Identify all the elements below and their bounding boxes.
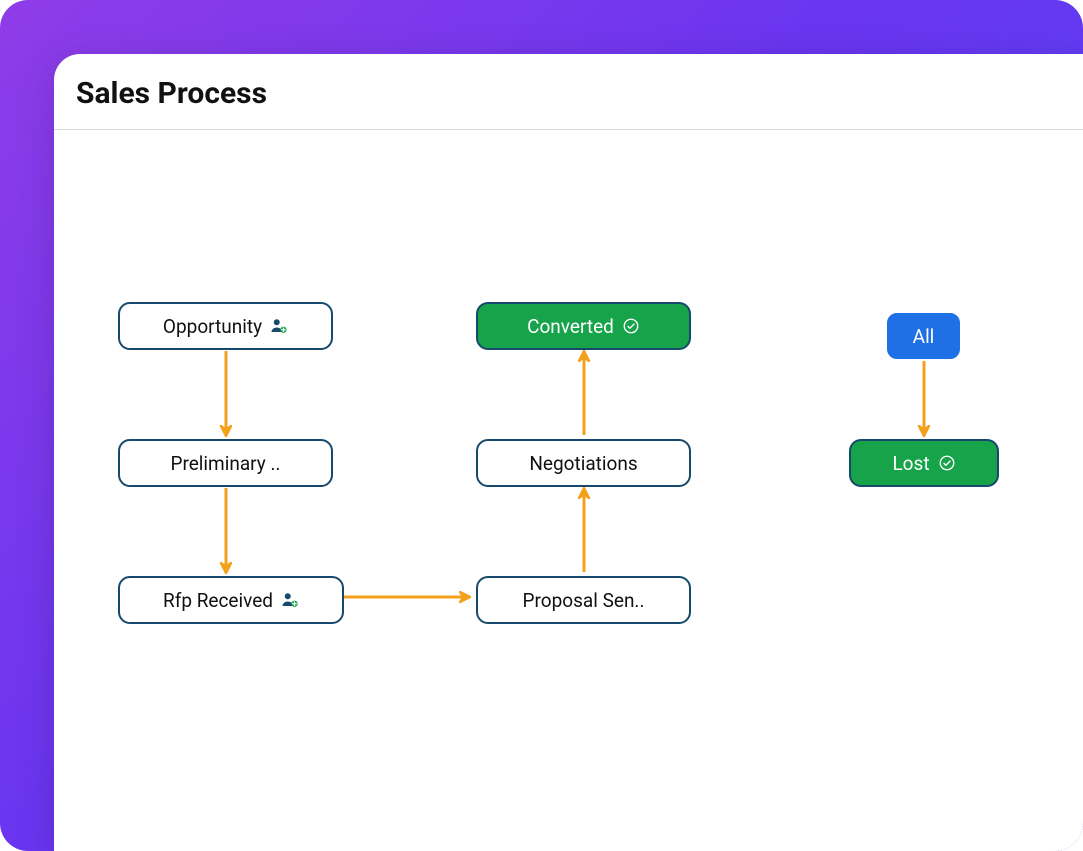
node-negotiations[interactable]: Negotiations xyxy=(476,439,691,487)
node-converted[interactable]: Converted xyxy=(476,302,691,350)
edges-layer xyxy=(54,130,1083,851)
content-panel: Sales Process xyxy=(54,54,1083,851)
node-label: Negotiations xyxy=(529,452,637,475)
node-opportunity[interactable]: Opportunity xyxy=(118,302,333,350)
node-label: Proposal Sen.. xyxy=(523,589,645,612)
check-circle-icon xyxy=(938,454,956,472)
node-lost[interactable]: Lost xyxy=(849,439,999,487)
node-label: All xyxy=(913,325,935,348)
node-proposal[interactable]: Proposal Sen.. xyxy=(476,576,691,624)
node-label: Preliminary .. xyxy=(170,452,280,475)
page-title: Sales Process xyxy=(54,54,1083,129)
node-label: Opportunity xyxy=(163,315,262,338)
diagram-canvas: Opportunity Preliminary .. Rfp Received … xyxy=(54,130,1083,851)
check-circle-icon xyxy=(622,317,640,335)
node-rfp[interactable]: Rfp Received xyxy=(118,576,344,624)
user-plus-icon xyxy=(270,317,288,335)
node-label: Converted xyxy=(527,315,614,338)
user-plus-icon xyxy=(281,591,299,609)
node-preliminary[interactable]: Preliminary .. xyxy=(118,439,333,487)
node-label: Lost xyxy=(892,452,929,475)
gradient-frame: Sales Process xyxy=(0,0,1083,851)
node-label: Rfp Received xyxy=(163,589,273,612)
node-all[interactable]: All xyxy=(887,313,960,359)
